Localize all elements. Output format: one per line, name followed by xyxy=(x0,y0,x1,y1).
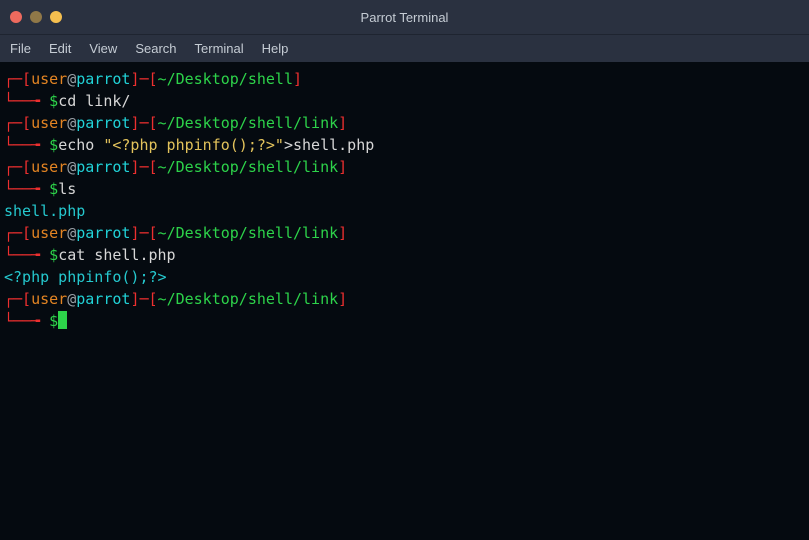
menu-file[interactable]: File xyxy=(10,41,31,56)
prompt-line-1: ┌─[user@parrot]─[~/Desktop/shell/link] xyxy=(4,222,805,244)
close-icon[interactable] xyxy=(10,11,22,23)
terminal-body[interactable]: ┌─[user@parrot]─[~/Desktop/shell]└──╼ $c… xyxy=(0,62,809,540)
prompt-line-2: └──╼ $echo "<?php phpinfo();?>">shell.ph… xyxy=(4,134,805,156)
menu-search[interactable]: Search xyxy=(135,41,176,56)
prompt-line-2: └──╼ $ls xyxy=(4,178,805,200)
menu-edit[interactable]: Edit xyxy=(49,41,71,56)
output-line: <?php phpinfo();?> xyxy=(4,266,805,288)
prompt-line-2: └──╼ $cat shell.php xyxy=(4,244,805,266)
prompt-line-1: ┌─[user@parrot]─[~/Desktop/shell/link] xyxy=(4,156,805,178)
prompt-line-1: ┌─[user@parrot]─[~/Desktop/shell/link] xyxy=(4,288,805,310)
menubar: File Edit View Search Terminal Help xyxy=(0,34,809,62)
prompt-line-2: └──╼ $ xyxy=(4,310,805,332)
window-controls xyxy=(10,11,62,23)
menu-view[interactable]: View xyxy=(89,41,117,56)
menu-terminal[interactable]: Terminal xyxy=(195,41,244,56)
maximize-icon[interactable] xyxy=(50,11,62,23)
window-title: Parrot Terminal xyxy=(361,10,449,25)
terminal-window: Parrot Terminal File Edit View Search Te… xyxy=(0,0,809,540)
prompt-line-1: ┌─[user@parrot]─[~/Desktop/shell/link] xyxy=(4,112,805,134)
titlebar[interactable]: Parrot Terminal xyxy=(0,0,809,34)
prompt-line-2: └──╼ $cd link/ xyxy=(4,90,805,112)
prompt-line-1: ┌─[user@parrot]─[~/Desktop/shell] xyxy=(4,68,805,90)
minimize-icon[interactable] xyxy=(30,11,42,23)
menu-help[interactable]: Help xyxy=(262,41,289,56)
output-line: shell.php xyxy=(4,200,805,222)
cursor xyxy=(58,311,67,329)
